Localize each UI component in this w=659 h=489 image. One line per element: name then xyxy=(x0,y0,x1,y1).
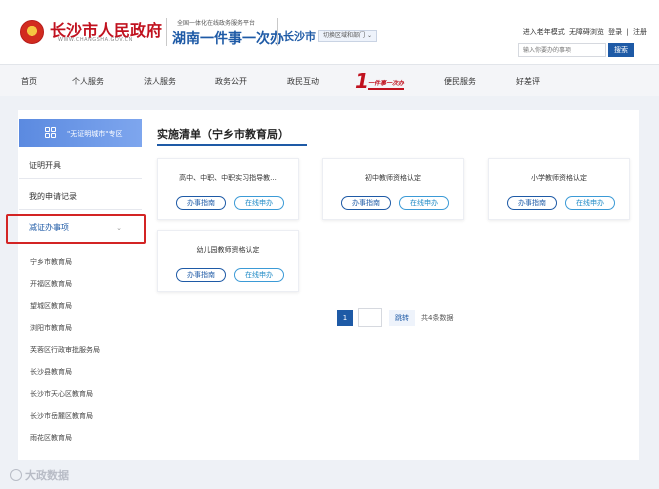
sidebar-subitem[interactable]: 开福区教育局 xyxy=(30,279,72,289)
jump-button[interactable]: 跳转 xyxy=(389,310,415,326)
service-card: 幼儿园教师资格认定 办事指南 在线申办 xyxy=(157,230,299,292)
service-name[interactable]: 初中教师资格认定 xyxy=(323,173,463,183)
sidebar-item-certificate[interactable]: 证明开具 xyxy=(19,153,142,179)
apply-online-button[interactable]: 在线申办 xyxy=(234,268,284,282)
service-card: 小学教师资格认定 办事指南 在线申办 xyxy=(488,158,630,220)
title-underline xyxy=(157,144,307,146)
platform-title[interactable]: 湖南一件事一次办 xyxy=(172,28,284,48)
accessible-link[interactable]: 无障碍浏览 xyxy=(569,28,604,36)
gov-domain: WWW.CHANGSHA.GOV.CN xyxy=(58,37,133,43)
apply-online-button[interactable]: 在线申办 xyxy=(234,196,284,210)
link-separator: | xyxy=(626,28,629,36)
national-emblem-icon xyxy=(20,20,44,44)
region-switch-dropdown[interactable]: 切换区域和部门 ⌄ xyxy=(318,30,377,42)
service-name[interactable]: 小学教师资格认定 xyxy=(489,173,629,183)
nav-item-rating[interactable]: 好差评 xyxy=(516,76,540,87)
service-name[interactable]: 幼儿园教师资格认定 xyxy=(158,245,298,255)
watermark: 大政数据 xyxy=(10,467,69,483)
guide-button[interactable]: 办事指南 xyxy=(176,196,226,210)
guide-button[interactable]: 办事指南 xyxy=(341,196,391,210)
city-name: 长沙市 xyxy=(283,30,316,43)
total-count: 共4条数据 xyxy=(421,314,454,322)
one-thing-logo[interactable]: 1 一件事一次办 xyxy=(355,69,417,93)
sidebar-subitem[interactable]: 长沙市岳麓区教育局 xyxy=(30,411,93,421)
site-header: 长沙市人民政府 WWW.CHANGSHA.GOV.CN 全国一体化在线政务服务平… xyxy=(0,0,659,64)
sidebar-item-my-records[interactable]: 我的申请记录 xyxy=(19,184,142,210)
apply-online-button[interactable]: 在线申办 xyxy=(399,196,449,210)
sidebar-subitem[interactable]: 望城区教育局 xyxy=(30,301,72,311)
region-switch-label: 切换区域和部门 xyxy=(323,32,366,39)
watermark-text: 大政数据 xyxy=(25,469,69,482)
page-title: 实施清单（宁乡市教育局） xyxy=(157,128,289,141)
page-1-button[interactable]: 1 xyxy=(337,310,353,326)
sidebar-subitem[interactable]: 雨花区教育局 xyxy=(30,433,72,443)
nav-item-legal[interactable]: 法人服务 xyxy=(144,76,176,87)
nav-item-home[interactable]: 首页 xyxy=(21,76,37,87)
top-links: 进入老年模式 无障碍浏览 登录 | 注册 xyxy=(521,27,647,37)
sidebar-subitem[interactable]: 芙蓉区行政审批服务局 xyxy=(30,345,100,355)
apply-online-button[interactable]: 在线申办 xyxy=(565,196,615,210)
sidebar-header-label: "无证明城市"专区 xyxy=(67,130,123,138)
sidebar-item-label: 我的申请记录 xyxy=(29,192,77,201)
sidebar-subitem[interactable]: 浏阳市教育局 xyxy=(30,323,72,333)
guide-button[interactable]: 办事指南 xyxy=(176,268,226,282)
page-jump-input[interactable] xyxy=(358,308,382,327)
divider xyxy=(166,18,167,46)
logo-text: 一件事一次办 xyxy=(368,78,405,90)
nav-item-convenience[interactable]: 便民服务 xyxy=(444,76,476,87)
sidebar-subitem[interactable]: 宁乡市教育局 xyxy=(30,257,72,267)
service-name[interactable]: 高中、中职、中职实习指导教... xyxy=(158,173,298,183)
register-link[interactable]: 注册 xyxy=(633,28,647,36)
logo-numeral: 1 xyxy=(355,69,369,93)
nav-item-personal[interactable]: 个人服务 xyxy=(72,76,104,87)
guide-button[interactable]: 办事指南 xyxy=(507,196,557,210)
main-nav: 首页 个人服务 法人服务 政务公开 政民互动 1 一件事一次办 便民服务 好差评 xyxy=(0,64,659,96)
search-button[interactable]: 搜索 xyxy=(608,43,634,57)
platform-subtitle: 全国一体化在线政务服务平台 xyxy=(177,20,256,27)
sidebar-subitem[interactable]: 长沙市天心区教育局 xyxy=(30,389,93,399)
watermark-logo-icon xyxy=(10,469,22,481)
nav-item-interaction[interactable]: 政民互动 xyxy=(287,76,319,87)
service-card: 初中教师资格认定 办事指南 在线申办 xyxy=(322,158,464,220)
chevron-down-icon: ⌄ xyxy=(366,32,372,39)
grid-icon xyxy=(45,127,57,139)
elder-mode-link[interactable]: 进入老年模式 xyxy=(523,28,565,36)
nav-item-public[interactable]: 政务公开 xyxy=(215,76,247,87)
red-highlight-box xyxy=(6,214,146,244)
sidebar-subitem[interactable]: 长沙县教育局 xyxy=(30,367,72,377)
login-link[interactable]: 登录 xyxy=(608,28,622,36)
divider xyxy=(277,18,278,46)
search-input[interactable] xyxy=(518,43,606,57)
sidebar-item-label: 证明开具 xyxy=(29,161,61,170)
sidebar-header[interactable]: "无证明城市"专区 xyxy=(19,119,142,147)
service-card: 高中、中职、中职实习指导教... 办事指南 在线申办 xyxy=(157,158,299,220)
